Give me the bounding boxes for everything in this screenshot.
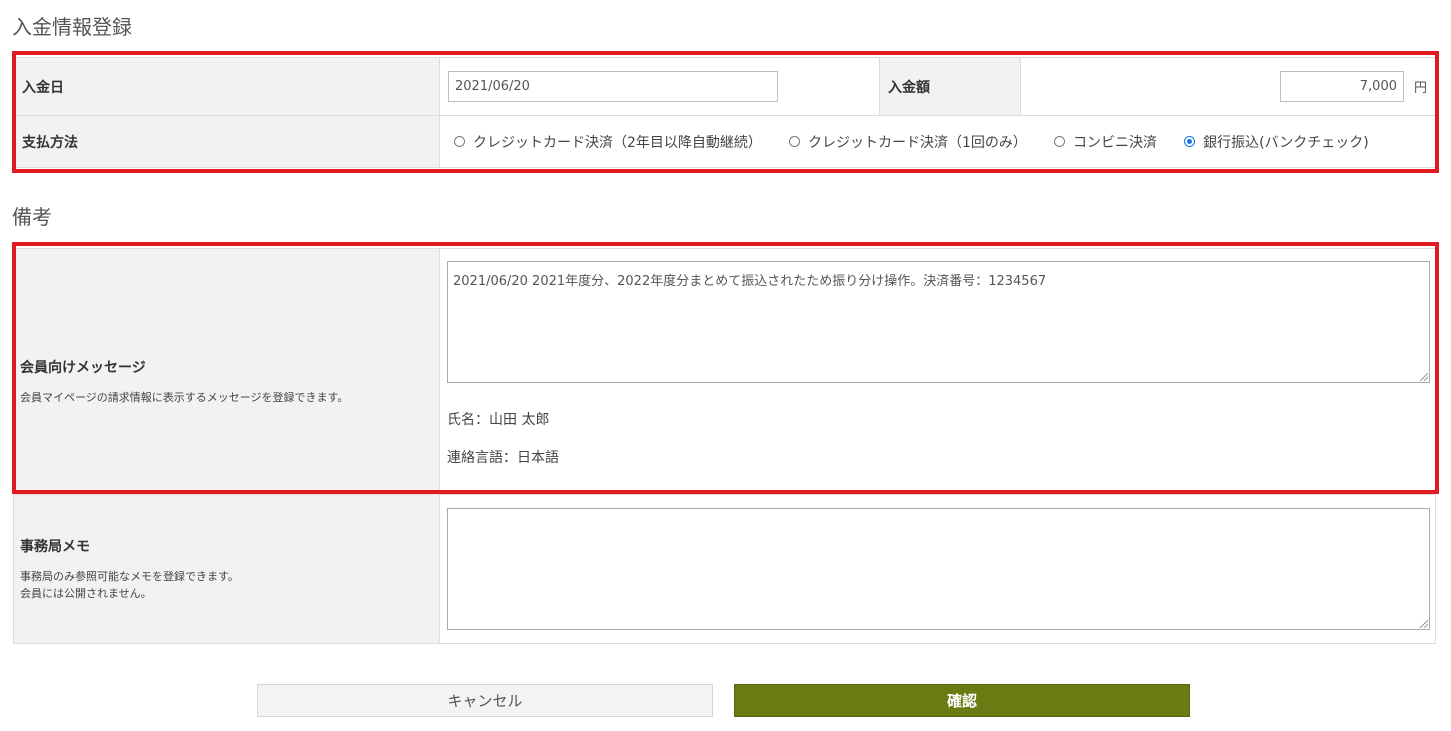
radio-selected-icon[interactable] bbox=[1184, 136, 1196, 147]
confirm-button[interactable]: 確認 bbox=[734, 684, 1190, 717]
method-option-label: クレジットカード決済（1回のみ） bbox=[808, 134, 1027, 151]
office-memo-label-cell: 事務局メモ 事務局のみ参照可能なメモを登録できます。 会員には公開されません。 bbox=[13, 494, 440, 644]
payment-info-table: 入金日 2021/06/20 入金額 7,000 円 支払方法 クレジットカード… bbox=[13, 57, 1436, 168]
method-option-bank-transfer[interactable]: 銀行振込(バンクチェック) bbox=[1184, 132, 1369, 152]
office-memo-cell bbox=[439, 494, 1436, 644]
method-option-label: クレジットカード決済（2年目以降自動継続） bbox=[473, 134, 762, 151]
payment-amount-label: 入金額 bbox=[879, 57, 1021, 116]
payment-section-title: 入金情報登録 bbox=[12, 15, 132, 39]
amount-unit: 円 bbox=[1413, 81, 1427, 96]
payment-method-options: クレジットカード決済（2年目以降自動継続） クレジットカード決済（1回のみ） コ… bbox=[439, 115, 1436, 168]
payment-date-cell: 2021/06/20 bbox=[439, 57, 880, 116]
member-message-label-cell: 会員向けメッセージ 会員マイページの請求情報に表示するメッセージを登録できます。 bbox=[13, 248, 440, 495]
office-memo-label: 事務局メモ bbox=[20, 539, 90, 555]
resize-grip-icon[interactable] bbox=[1420, 620, 1428, 628]
method-option-credit-once[interactable]: クレジットカード決済（1回のみ） bbox=[789, 132, 1027, 152]
member-message-textarea[interactable]: 2021/06/20 2021年度分、2022年度分まとめて振込されたため振り分… bbox=[447, 261, 1430, 383]
payment-amount-cell: 7,000 円 bbox=[1020, 57, 1436, 116]
radio-icon[interactable] bbox=[789, 136, 800, 147]
method-option-convenience[interactable]: コンビニ決済 bbox=[1054, 132, 1157, 152]
notes-section-title: 備考 bbox=[12, 205, 52, 229]
member-message-help: 会員マイページの請求情報に表示するメッセージを登録できます。 bbox=[20, 391, 349, 404]
payment-date-label: 入金日 bbox=[13, 57, 440, 116]
office-memo-textarea[interactable] bbox=[447, 508, 1430, 630]
member-message-label: 会員向けメッセージ bbox=[20, 360, 146, 376]
cancel-button[interactable]: キャンセル bbox=[257, 684, 713, 717]
member-message-cell: 2021/06/20 2021年度分、2022年度分まとめて振込されたため振り分… bbox=[439, 248, 1436, 495]
method-option-label: コンビニ決済 bbox=[1073, 134, 1158, 151]
payment-amount-input[interactable]: 7,000 bbox=[1279, 71, 1404, 102]
resize-grip-icon[interactable] bbox=[1420, 373, 1428, 381]
payment-date-input[interactable]: 2021/06/20 bbox=[448, 71, 778, 102]
member-language: 連絡言語：日本語 bbox=[447, 450, 559, 466]
office-memo-help-2: 会員には公開されません。 bbox=[20, 587, 152, 600]
notes-table: 会員向けメッセージ 会員マイページの請求情報に表示するメッセージを登録できます。… bbox=[13, 248, 1436, 644]
member-name: 氏名：山田 太郎 bbox=[447, 412, 550, 428]
office-memo-help-1: 事務局のみ参照可能なメモを登録できます。 bbox=[20, 570, 239, 583]
radio-icon[interactable] bbox=[454, 136, 465, 147]
payment-method-label: 支払方法 bbox=[13, 115, 440, 168]
method-option-credit-auto[interactable]: クレジットカード決済（2年目以降自動継続） bbox=[454, 132, 762, 152]
member-message-text: 2021/06/20 2021年度分、2022年度分まとめて振込されたため振り分… bbox=[453, 274, 1047, 289]
radio-icon[interactable] bbox=[1054, 136, 1066, 147]
method-option-label: 銀行振込(バンクチェック) bbox=[1203, 134, 1369, 151]
